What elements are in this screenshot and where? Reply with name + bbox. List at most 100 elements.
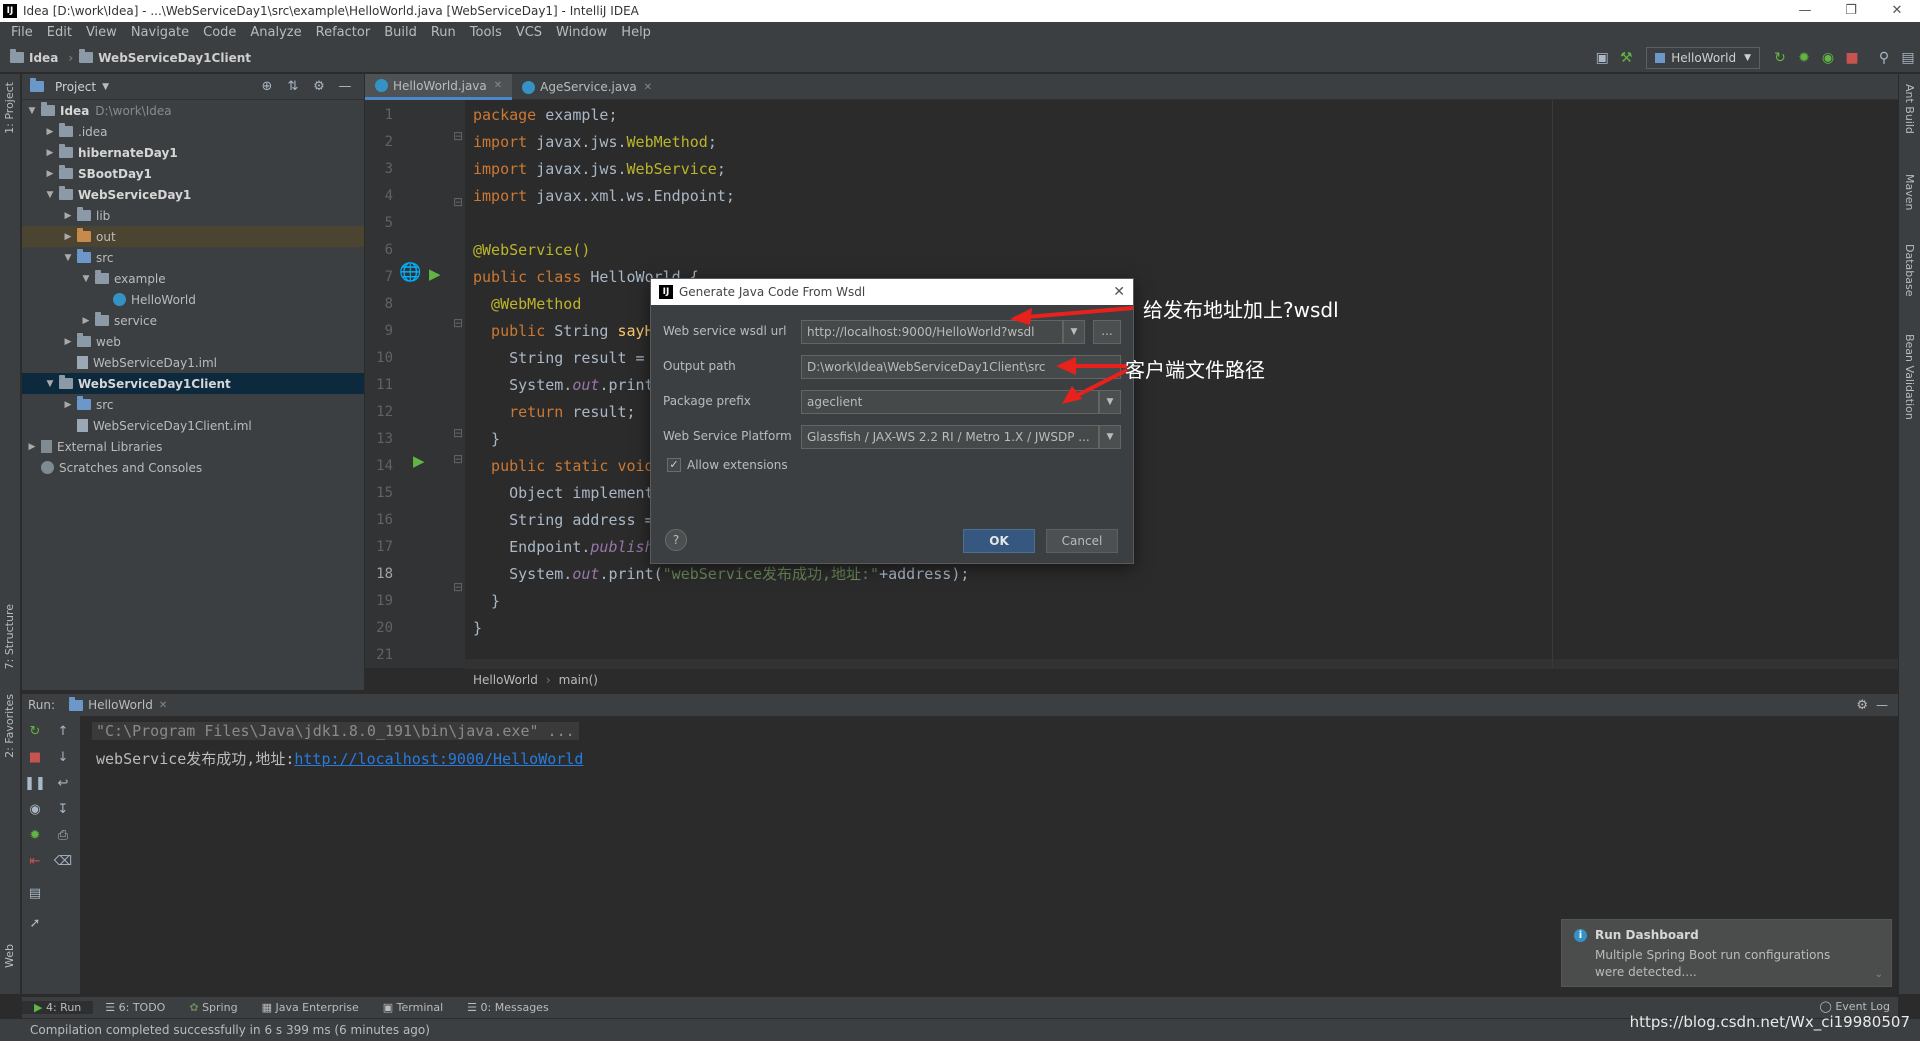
- menu-analyze[interactable]: Analyze: [243, 25, 308, 40]
- menu-tools[interactable]: Tools: [463, 25, 509, 40]
- rerun-icon[interactable]: ↻: [24, 724, 46, 739]
- stop-icon[interactable]: ■: [1840, 50, 1864, 66]
- tool-tab-favorites[interactable]: 2: Favorites: [3, 694, 16, 758]
- pin-icon[interactable]: ➚: [24, 916, 46, 931]
- locate-icon[interactable]: ⊕: [254, 79, 280, 94]
- up-arrow-icon[interactable]: ↑: [52, 724, 74, 739]
- tree-item[interactable]: WebServiceDay1.iml: [22, 352, 364, 373]
- layout-icon[interactable]: ▤: [24, 886, 46, 901]
- run-dashboard-notification[interactable]: i Run Dashboard Multiple Spring Boot run…: [1561, 919, 1892, 987]
- tool-tab-terminal[interactable]: ▣ Terminal: [371, 1001, 455, 1014]
- menu-run[interactable]: Run: [424, 25, 463, 40]
- trash-icon[interactable]: ⌫: [52, 854, 74, 869]
- tree-item[interactable]: ▼ WebServiceDay1: [22, 184, 364, 205]
- tree-item[interactable]: ▼ src: [22, 247, 364, 268]
- gear-icon[interactable]: ⚙: [306, 79, 332, 94]
- gear-icon[interactable]: ⚙: [1856, 698, 1868, 713]
- presentation-icon[interactable]: ▤: [1896, 50, 1920, 66]
- cancel-button[interactable]: Cancel: [1046, 529, 1118, 553]
- hide-icon[interactable]: —: [332, 79, 358, 94]
- collapsed-arrow-icon[interactable]: ▶: [44, 148, 56, 158]
- close-icon[interactable]: ✕: [159, 700, 167, 711]
- fold-icon[interactable]: ⊟: [453, 580, 463, 594]
- tree-item[interactable]: ▶ src: [22, 394, 364, 415]
- pause-icon[interactable]: ❚❚: [24, 776, 46, 791]
- tool-tab-web[interactable]: Web: [3, 944, 16, 968]
- menu-refactor[interactable]: Refactor: [309, 25, 378, 40]
- browse-button[interactable]: ...: [1093, 320, 1121, 344]
- tool-tab-structure[interactable]: 7: Structure: [3, 604, 16, 669]
- fold-icon[interactable]: ⊟: [453, 195, 463, 209]
- scroll-to-end-icon[interactable]: ↧: [52, 802, 74, 817]
- soft-wrap-icon[interactable]: ↩: [52, 776, 74, 791]
- collapsed-arrow-icon[interactable]: ▶: [44, 127, 56, 137]
- chevron-down-icon[interactable]: ▼: [1063, 320, 1085, 344]
- run-gutter-icon[interactable]: ▶: [429, 265, 441, 283]
- menu-navigate[interactable]: Navigate: [124, 25, 196, 40]
- coverage-icon[interactable]: ◉: [1816, 50, 1840, 66]
- debug-icon[interactable]: ✹: [24, 828, 46, 843]
- expanded-arrow-icon[interactable]: ▼: [62, 253, 74, 263]
- tree-item[interactable]: ▶ service: [22, 310, 364, 331]
- tool-tab-database[interactable]: Database: [1903, 244, 1916, 297]
- hide-icon[interactable]: —: [1876, 698, 1888, 712]
- chevron-down-icon[interactable]: ▼: [1099, 390, 1121, 414]
- tool-tab-todo[interactable]: ☰ 6: TODO: [93, 1001, 177, 1014]
- tree-item[interactable]: ▶ hibernateDay1: [22, 142, 364, 163]
- exit-icon[interactable]: ⇤: [24, 854, 46, 869]
- tree-item[interactable]: ▶ External Libraries: [22, 436, 364, 457]
- nav-crumb-idea[interactable]: Idea: [10, 49, 58, 65]
- nav-crumb-client[interactable]: › WebServiceDay1Client: [68, 49, 251, 65]
- chevron-down-icon[interactable]: ▼: [1099, 425, 1121, 449]
- tab-ageservice-java[interactable]: AgeService.java ✕: [512, 74, 662, 100]
- menu-build[interactable]: Build: [377, 25, 424, 40]
- tree-item[interactable]: ▶ SBootDay1: [22, 163, 364, 184]
- tree-item[interactable]: ▶ lib: [22, 205, 364, 226]
- build-hammer-icon[interactable]: ⚒: [1614, 50, 1638, 66]
- output-path-input[interactable]: D:\work\Idea\WebServiceDay1Client\src: [801, 355, 1121, 379]
- camera-icon[interactable]: ◉: [24, 802, 46, 817]
- menu-view[interactable]: View: [79, 25, 124, 40]
- platform-select[interactable]: Glassfish / JAX-WS 2.2 RI / Metro 1.X / …: [801, 425, 1099, 449]
- close-icon[interactable]: ✕: [644, 82, 652, 93]
- event-log-button[interactable]: ◯ Event Log: [1820, 1000, 1890, 1013]
- tool-tab-messages[interactable]: ☰ 0: Messages: [455, 1001, 561, 1014]
- collapsed-arrow-icon[interactable]: ▶: [62, 400, 74, 410]
- tool-tab-run[interactable]: ▶ 4: Run: [22, 1001, 94, 1014]
- print-icon[interactable]: ⎙: [52, 828, 74, 843]
- tool-tab-bean-validation[interactable]: Bean Validation: [1903, 334, 1916, 420]
- wsdl-url-input[interactable]: http://localhost:9000/HelloWorld?wsdl: [801, 320, 1063, 344]
- fold-icon[interactable]: ⊟: [453, 129, 463, 143]
- close-window-icon[interactable]: ✕: [1874, 0, 1920, 22]
- restore-icon[interactable]: ❐: [1828, 0, 1874, 22]
- run-config-selector[interactable]: HelloWorld ▼: [1646, 47, 1760, 69]
- package-prefix-input[interactable]: ageclient: [801, 390, 1099, 414]
- help-button[interactable]: ?: [665, 529, 687, 551]
- tool-tab-spring[interactable]: ✿ Spring: [177, 1001, 249, 1014]
- expanded-arrow-icon[interactable]: ▼: [26, 106, 38, 116]
- fold-icon[interactable]: ⊟: [453, 452, 463, 466]
- menu-help[interactable]: Help: [614, 25, 658, 40]
- collapsed-arrow-icon[interactable]: ▶: [62, 211, 74, 221]
- project-structure-icon[interactable]: ▣: [1590, 50, 1614, 66]
- collapsed-arrow-icon[interactable]: ▶: [62, 337, 74, 347]
- collapsed-arrow-icon[interactable]: ▶: [62, 232, 74, 242]
- expanded-arrow-icon[interactable]: ▼: [44, 379, 56, 389]
- collapse-all-icon[interactable]: ⇅: [280, 79, 306, 94]
- down-arrow-icon[interactable]: ↓: [52, 750, 74, 765]
- tree-item[interactable]: ▶ web: [22, 331, 364, 352]
- console-url-link[interactable]: http://localhost:9000/HelloWorld: [294, 750, 583, 768]
- tree-item[interactable]: ▼ WebServiceDay1Client: [22, 373, 364, 394]
- menu-vcs[interactable]: VCS: [509, 25, 549, 40]
- fold-icon[interactable]: ⊟: [453, 316, 463, 330]
- tool-tab-maven[interactable]: Maven: [1903, 174, 1916, 210]
- tree-item[interactable]: WebServiceDay1Client.iml: [22, 415, 364, 436]
- tree-item[interactable]: ▶ out: [22, 226, 364, 247]
- collapsed-arrow-icon[interactable]: ▶: [80, 316, 92, 326]
- stop-icon[interactable]: ■: [24, 750, 46, 765]
- minimize-icon[interactable]: —: [1782, 0, 1828, 22]
- debug-icon[interactable]: ✹: [1792, 50, 1816, 66]
- project-view-selector[interactable]: Project: [55, 80, 96, 94]
- collapsed-arrow-icon[interactable]: ▶: [26, 442, 38, 452]
- expanded-arrow-icon[interactable]: ▼: [44, 190, 56, 200]
